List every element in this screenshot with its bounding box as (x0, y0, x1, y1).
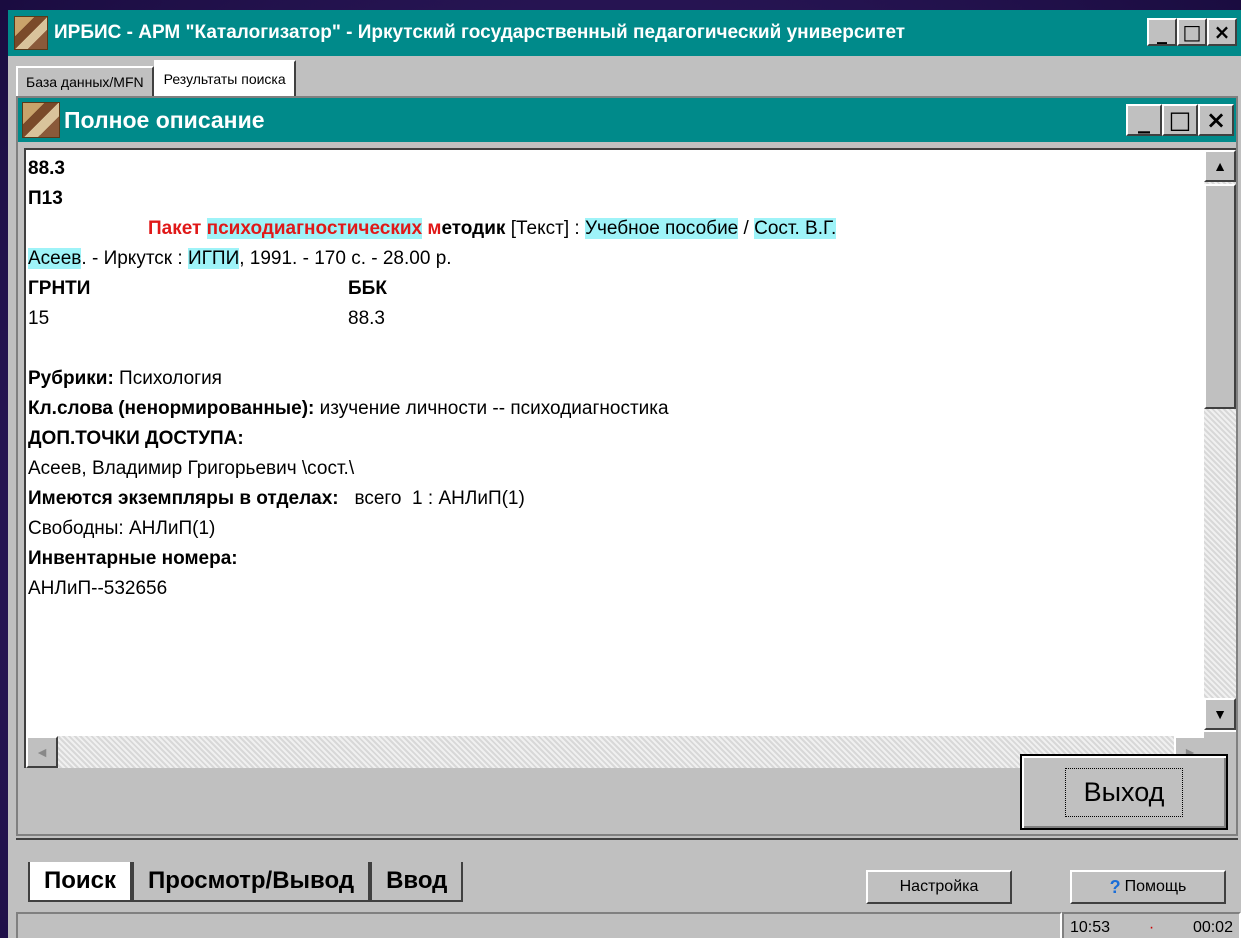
title-word: Пакет (148, 218, 202, 239)
close-button[interactable]: × (1207, 18, 1237, 46)
tab-search-results[interactable]: Результаты поиска (153, 60, 296, 96)
status-dot: · (1148, 919, 1155, 936)
irbis-logo-icon (14, 16, 48, 50)
record-title-line: Пакет психодиагностических методик [Текс… (28, 214, 1198, 244)
copies-value: всего 1 : АНЛиП(1) (338, 488, 525, 509)
classification-labels: ГРНТИ ББК (28, 274, 1198, 304)
title-highlight: Сост. В.Г. (754, 218, 837, 239)
irbis-app-window: ИРБИС - АРМ "Каталогизатор" - Иркутский … (8, 10, 1241, 938)
access-points-label: ДОП.ТОЧКИ ДОСТУПА: (28, 428, 244, 449)
record-index-2: П13 (28, 188, 63, 209)
bbk-value: 88.3 (348, 308, 385, 329)
help-icon: ? (1109, 876, 1121, 897)
scroll-left-icon[interactable]: ◄ (26, 736, 58, 768)
keywords-line: Кл.слова (ненормированные): изучение лич… (28, 394, 1198, 424)
mode-tab-bar: Поиск Просмотр/Вывод Ввод (28, 860, 464, 904)
clock-time: 10:53 (1070, 919, 1111, 936)
top-tab-bar: База данных/MFN Результаты поиска (16, 60, 296, 96)
dialog-close-button[interactable]: × (1198, 104, 1234, 136)
record-index-1: 88.3 (28, 158, 65, 179)
publisher-highlight: ИГПИ (187, 248, 240, 269)
title-text: / (738, 218, 755, 239)
free-copies: Свободны: АНЛиП(1) (28, 518, 216, 539)
tab-input[interactable]: Ввод (370, 862, 464, 902)
record-view[interactable]: 88.3 П13 Пакет психодиагностических мето… (24, 148, 1236, 768)
status-bar: 10:53 · 00:02 (16, 912, 1241, 938)
rubrics-line: Рубрики: Психология (28, 364, 1198, 394)
bbk-label: ББК (348, 278, 387, 299)
keywords-label: Кл.слова (ненормированные): (28, 398, 315, 419)
divider (16, 838, 1238, 858)
rubrics-label: Рубрики: (28, 368, 114, 389)
access-points-value: Асеев, Владимир Григорьевич \сост.\ (28, 458, 355, 479)
keywords-value: изучение личности -- психодиагностика (314, 398, 669, 419)
copies-label: Имеются экземпляры в отделах: (28, 488, 339, 509)
vertical-scrollbar[interactable]: ▲ ▼ (1204, 150, 1236, 730)
tab-database-mfn[interactable]: База данных/MFN (16, 66, 154, 96)
help-button[interactable]: ? Помощь (1070, 870, 1226, 904)
title-highlight: психодиагностических (206, 218, 423, 239)
tab-view-output[interactable]: Просмотр/Вывод (132, 862, 371, 902)
title-text: [Текст] : (505, 218, 585, 239)
dialog-maximize-button[interactable]: □ (1162, 104, 1198, 136)
app-title-bar: ИРБИС - АРМ "Каталогизатор" - Иркутский … (8, 10, 1241, 56)
title-word: етодик (441, 218, 506, 239)
rubrics-value: Психология (113, 368, 222, 389)
maximize-button[interactable]: □ (1177, 18, 1207, 46)
status-panel-main (16, 912, 1062, 938)
publication-text: , 1991. - 170 с. - 28.00 р. (239, 248, 452, 269)
exit-button-label: Выход (1064, 767, 1184, 817)
irbis-logo-icon (22, 102, 60, 138)
author-highlight: Асеев (28, 248, 82, 269)
inventory-value: АНЛиП--532656 (28, 578, 168, 599)
publication-text: . - Иркутск : (81, 248, 188, 269)
inventory-label: Инвентарные номера: (28, 548, 238, 569)
record-publication-line: Асеев. - Иркутск : ИГПИ, 1991. - 170 с. … (28, 244, 1198, 274)
classification-values: 15 88.3 (28, 304, 1198, 334)
app-title: ИРБИС - АРМ "Каталогизатор" - Иркутский … (54, 22, 906, 43)
exit-button[interactable]: Выход (1020, 754, 1228, 830)
tab-search[interactable]: Поиск (28, 862, 133, 902)
elapsed-time: 00:02 (1192, 919, 1233, 936)
scroll-up-icon[interactable]: ▲ (1204, 150, 1236, 182)
scroll-thumb[interactable] (1204, 184, 1236, 409)
minimize-button[interactable]: _ (1147, 18, 1177, 46)
dialog-minimize-button[interactable]: _ (1126, 104, 1162, 136)
title-highlight: Учебное пособие (584, 218, 739, 239)
settings-button[interactable]: Настройка (866, 870, 1012, 904)
dialog-title: Полное описание (64, 106, 265, 133)
scroll-down-icon[interactable]: ▼ (1204, 698, 1236, 730)
help-button-label: Помощь (1124, 878, 1187, 895)
full-description-dialog: Полное описание _ □ × 88.3 П13 Пакет пси… (16, 96, 1238, 836)
title-word: м (427, 218, 442, 239)
grnti-label: ГРНТИ (28, 278, 91, 299)
dialog-title-bar: Полное описание _ □ × (18, 98, 1236, 142)
dialog-button-panel: Выход (24, 754, 1236, 834)
copies-line: Имеются экземпляры в отделах: всего 1 : … (28, 484, 1198, 514)
record-text: 88.3 П13 Пакет психодиагностических мето… (28, 154, 1198, 734)
grnti-value: 15 (28, 308, 50, 329)
status-panel-time: 10:53 · 00:02 (1062, 912, 1241, 938)
